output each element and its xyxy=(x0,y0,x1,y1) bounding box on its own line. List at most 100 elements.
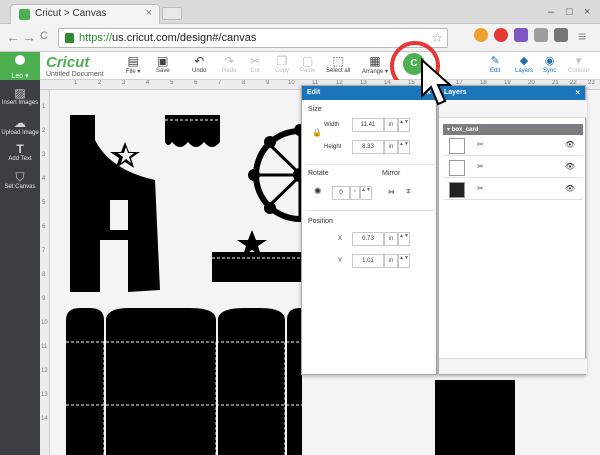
layers-panel-close-icon[interactable]: × xyxy=(575,88,580,97)
mirror-label: Mirror xyxy=(382,170,401,177)
layers-toolbar xyxy=(439,100,587,118)
edit-panel: Edit × Size Width Height 🔒 11.41 in ▲▼ 8… xyxy=(301,85,437,375)
layer-thumbnail xyxy=(449,182,465,198)
file-icon: ▤ xyxy=(127,54,139,68)
file-button[interactable]: ▤ File ▾ xyxy=(126,54,140,75)
layer-group-header[interactable]: ▾ box_card xyxy=(443,124,583,135)
back-icon[interactable]: ← xyxy=(6,29,20,45)
paste-icon: ▢ xyxy=(302,54,314,68)
x-field[interactable]: 0.73 xyxy=(352,232,384,246)
position-label: Position xyxy=(308,218,333,225)
cut-icon: ✂ xyxy=(250,54,261,68)
eye-icon[interactable]: 👁 xyxy=(565,140,575,149)
extension-icon[interactable] xyxy=(534,28,548,42)
ferris-base xyxy=(212,252,302,282)
reload-icon[interactable]: C xyxy=(40,30,48,42)
document-name[interactable]: Untitled Document xyxy=(46,71,104,78)
menu-icon[interactable]: ≡ xyxy=(578,28,586,44)
browser-navbar: ← → C https://us.cricut.com/design#/canv… xyxy=(0,24,600,52)
height-unit: in xyxy=(384,140,398,154)
user-menu[interactable]: Leo ▾ xyxy=(0,52,40,80)
width-stepper[interactable]: ▲▼ xyxy=(398,118,410,132)
image-icon: ▨ xyxy=(14,86,26,100)
minimize-icon[interactable]: – xyxy=(548,6,554,18)
contour-icon: ▾ xyxy=(575,55,582,67)
select-all-icon: ⬚ xyxy=(332,54,344,68)
eye-icon[interactable]: 👁 xyxy=(565,184,575,193)
layer-row[interactable]: ✂ 👁 xyxy=(443,180,583,200)
layer-row[interactable]: ✂ 👁 xyxy=(443,158,583,178)
save-button[interactable]: ▣ Save xyxy=(156,54,170,74)
rotate-stepper[interactable]: ▲▼ xyxy=(360,186,372,200)
contour-button[interactable]: ▾ Contour xyxy=(568,54,589,74)
height-stepper[interactable]: ▲▼ xyxy=(398,140,410,154)
extension-icon[interactable] xyxy=(514,28,528,42)
scissors-icon: ✂ xyxy=(477,162,484,171)
undo-icon: ↶ xyxy=(194,54,205,68)
sidebar-item-upload-image[interactable]: ☁ Upload Image xyxy=(0,116,40,137)
browser-tab[interactable]: Cricut > Canvas × xyxy=(10,4,160,24)
arrange-button[interactable]: ▦ Arrange ▾ xyxy=(362,54,388,75)
y-stepper[interactable]: ▲▼ xyxy=(398,254,410,268)
copy-button[interactable]: ❐ Copy xyxy=(275,54,289,74)
rotate-unit: ° xyxy=(350,186,360,200)
sidebar-item-add-text[interactable]: T Add Text xyxy=(0,142,40,163)
box-panel xyxy=(287,308,302,455)
width-field[interactable]: 11.41 xyxy=(352,118,384,132)
x-stepper[interactable]: ▲▼ xyxy=(398,232,410,246)
user-name: Leo ▾ xyxy=(11,73,29,80)
url-text: https://us.cricut.com/design#/canvas xyxy=(79,32,257,44)
eye-icon[interactable]: 👁 xyxy=(565,162,575,171)
edit-toggle-button[interactable]: ✎ Edit xyxy=(490,54,500,74)
copy-icon: ❐ xyxy=(276,54,288,68)
sidebar-item-insert-images[interactable]: ▨ Insert Images xyxy=(0,86,40,107)
rotate-field[interactable]: 0 xyxy=(332,186,350,200)
panel-divider xyxy=(306,210,434,211)
opera-extension-icon[interactable] xyxy=(494,28,508,42)
shirt-icon: ⛉ xyxy=(15,170,25,184)
sidebar-item-set-canvas[interactable]: ⛉ Set Canvas xyxy=(0,170,40,191)
redo-icon: ↷ xyxy=(224,54,235,68)
extension-icon[interactable] xyxy=(554,28,568,42)
new-tab-button[interactable] xyxy=(162,7,182,20)
height-field[interactable]: 8.33 xyxy=(352,140,384,154)
spoke xyxy=(267,173,303,208)
edit-icon: ✎ xyxy=(490,55,500,67)
height-label: Height xyxy=(324,144,342,150)
address-bar[interactable]: https://us.cricut.com/design#/canvas ☆ xyxy=(58,28,448,48)
arrange-icon: ▦ xyxy=(369,54,381,68)
paste-button[interactable]: ▢ Paste xyxy=(300,54,315,74)
layer-row[interactable]: ✂ 👁 xyxy=(443,136,583,156)
bookmark-star-icon[interactable]: ☆ xyxy=(431,30,443,46)
x-label: X xyxy=(338,236,343,242)
window-close-icon[interactable]: × xyxy=(584,6,590,18)
maximize-icon[interactable]: □ xyxy=(566,6,573,18)
layer-thumbnail xyxy=(449,138,465,154)
width-label: Width xyxy=(324,122,340,128)
redo-button[interactable]: ↷ Redo xyxy=(222,54,236,74)
tab-title: Cricut > Canvas xyxy=(35,8,107,19)
select-all-button[interactable]: ⬚ Select all xyxy=(326,54,350,74)
sync-button[interactable]: ◉ Sync xyxy=(543,54,556,74)
cricut-favicon-icon xyxy=(19,9,30,20)
sync-icon: ◉ xyxy=(544,55,555,67)
mirror-vertical-icon[interactable]: ⧗ xyxy=(406,188,411,196)
lock-ratio-icon[interactable]: 🔒 xyxy=(312,128,322,137)
extension-icon[interactable] xyxy=(474,28,488,42)
cut-button[interactable]: ✂ Cut xyxy=(250,54,260,74)
cloud-upload-icon: ☁ xyxy=(14,116,26,130)
gondola xyxy=(264,136,276,148)
box-panel xyxy=(66,308,104,455)
forward-icon[interactable]: → xyxy=(22,29,36,45)
layers-panel: Layers × ▾ box_card ✂ 👁 ✂ 👁 ✂ 👁 xyxy=(438,85,587,375)
mirror-horizontal-icon[interactable]: ⧓ xyxy=(388,188,395,196)
gondola xyxy=(264,202,276,214)
undo-button[interactable]: ↶ Undo xyxy=(192,54,206,74)
layers-footer xyxy=(439,358,587,374)
y-label: Y xyxy=(338,258,343,264)
tab-close-icon[interactable]: × xyxy=(146,7,152,19)
width-unit: in xyxy=(384,118,398,132)
y-field[interactable]: 1.01 xyxy=(352,254,384,268)
layers-toggle-button[interactable]: ◆ Layers xyxy=(515,54,533,74)
edit-panel-header: Edit × xyxy=(302,86,436,100)
